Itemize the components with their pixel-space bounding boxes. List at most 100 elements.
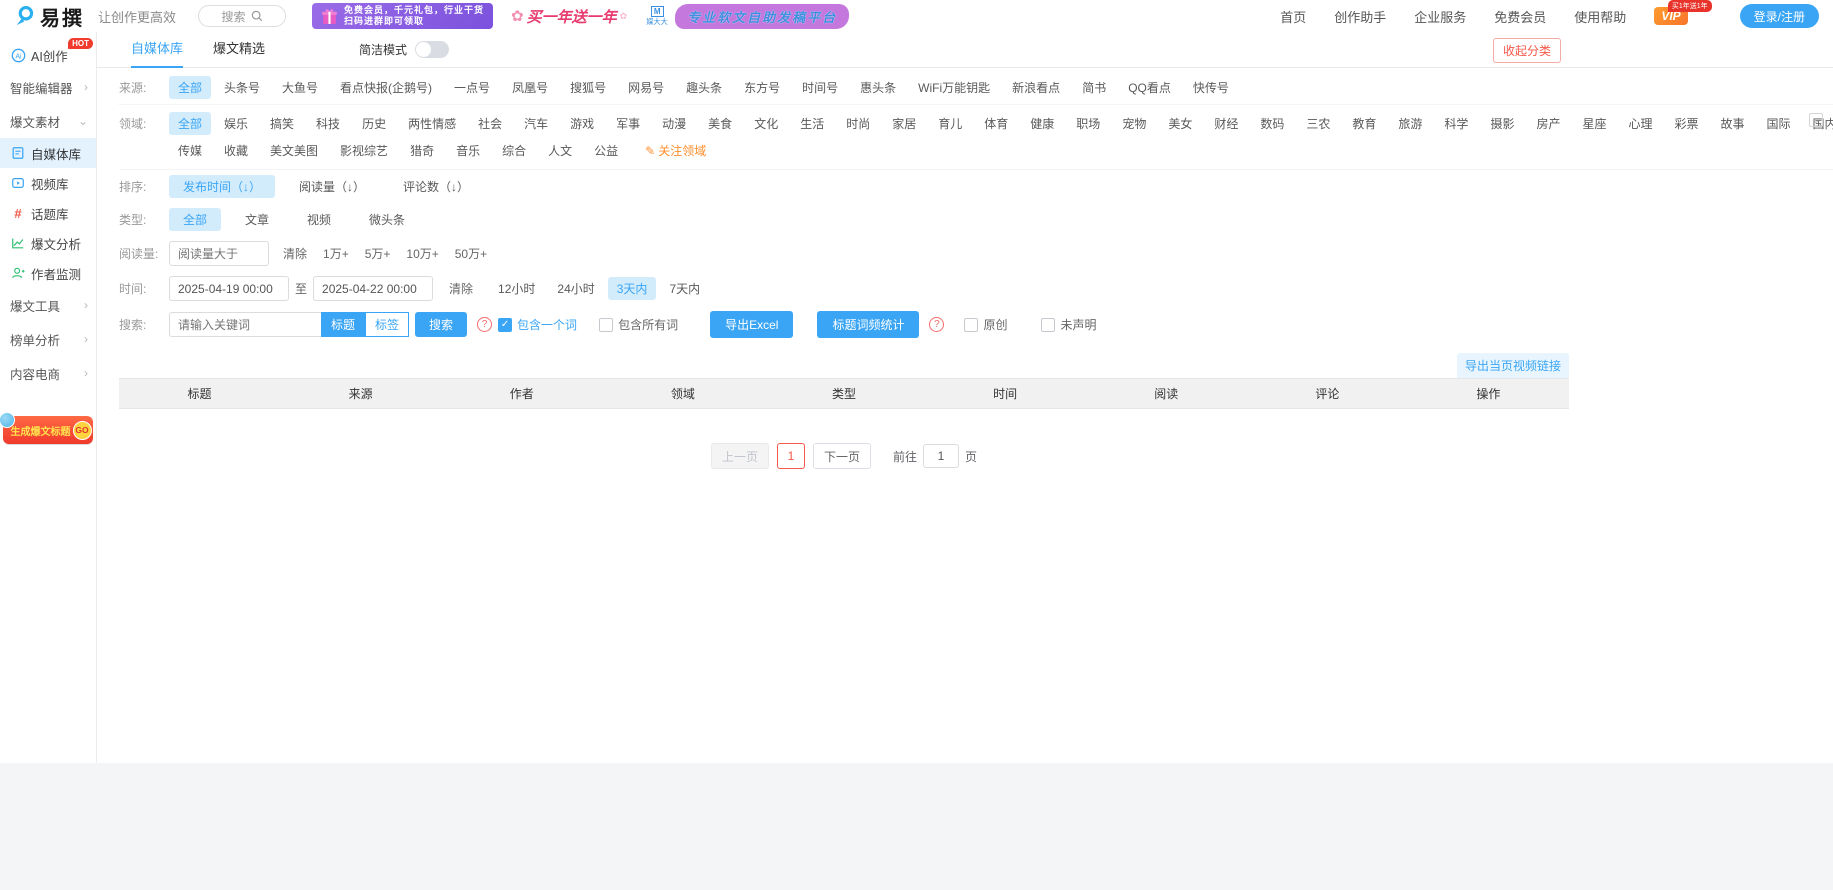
source-option[interactable]: 看点快报(企鹅号) (331, 76, 441, 99)
date-to-input[interactable] (313, 276, 433, 301)
source-option[interactable]: 新浪看点 (1003, 76, 1069, 99)
nav-link[interactable]: 首页 (1280, 7, 1306, 26)
source-option[interactable]: 一点号 (445, 76, 499, 99)
field-option[interactable]: 三农 (1297, 112, 1339, 135)
source-option[interactable]: 大鱼号 (273, 76, 327, 99)
field-option[interactable]: 科技 (307, 112, 349, 135)
field-option[interactable]: 房产 (1527, 112, 1569, 135)
nav-link[interactable]: 免费会员 (1494, 7, 1546, 26)
reads-option[interactable]: 50万+ (455, 245, 487, 262)
source-option[interactable]: QQ看点 (1119, 76, 1180, 99)
field-option[interactable]: 游戏 (561, 112, 603, 135)
reads-option[interactable]: 5万+ (365, 245, 391, 262)
field-option[interactable]: 财经 (1205, 112, 1247, 135)
sidebar-item-smart-editor[interactable]: 智能编辑器 › (0, 70, 96, 104)
search-help-icon[interactable]: ? (477, 317, 492, 332)
field-option[interactable]: 社会 (469, 112, 511, 135)
field-option[interactable]: 全部 (169, 112, 211, 135)
field-option[interactable]: 心理 (1619, 112, 1661, 135)
sidebar-item-ranking-analysis[interactable]: 榜单分析 › (0, 322, 96, 356)
field-option[interactable]: 动漫 (653, 112, 695, 135)
source-option[interactable]: 快传号 (1184, 76, 1238, 99)
source-option[interactable]: 网易号 (619, 76, 673, 99)
field-expand-icon[interactable]: ⌄ (1809, 113, 1823, 127)
sidebar-item-ai-create[interactable]: Ai AI创作 HOT (0, 40, 96, 70)
field-option[interactable]: 搞笑 (261, 112, 303, 135)
time-option[interactable]: 24小时 (548, 277, 603, 300)
field-option[interactable]: 家居 (883, 112, 925, 135)
sidebar-item-author-monitor[interactable]: 作者监测 (0, 258, 96, 288)
original-checkbox[interactable] (964, 318, 978, 332)
promo-banner-gift[interactable]: 免费会员，千元礼包，行业干货 扫码进群即可领取 (312, 3, 493, 29)
sidebar-item-media-library[interactable]: 自媒体库 (0, 138, 96, 168)
time-option[interactable]: 12小时 (489, 277, 544, 300)
generate-title-badge[interactable]: 生成爆文标题 GO (3, 416, 93, 444)
sidebar-item-hot-tools[interactable]: 爆文工具 › (0, 288, 96, 322)
field-option[interactable]: 传媒 (169, 139, 211, 162)
next-page-button[interactable]: 下一页 (813, 443, 871, 469)
field-option[interactable]: 娱乐 (215, 112, 257, 135)
field-option[interactable]: 汽车 (515, 112, 557, 135)
nav-link[interactable]: 创作助手 (1334, 7, 1386, 26)
field-option[interactable]: 星座 (1573, 112, 1615, 135)
field-option[interactable]: 人文 (539, 139, 581, 162)
field-option[interactable]: 数码 (1251, 112, 1293, 135)
sidebar-item-hot-analysis[interactable]: 爆文分析 (0, 228, 96, 258)
field-option[interactable]: 国际 (1758, 112, 1800, 135)
field-option[interactable]: 育儿 (929, 112, 971, 135)
source-option[interactable]: 趣头条 (677, 76, 731, 99)
header-search[interactable]: 搜索 (198, 5, 286, 27)
field-option[interactable]: 美女 (1159, 112, 1201, 135)
field-option[interactable]: 体育 (975, 112, 1017, 135)
field-option[interactable]: 音乐 (447, 139, 489, 162)
tab-media-library[interactable]: 自媒体库 (131, 32, 183, 68)
sort-option[interactable]: 阅读量（↓） (285, 175, 379, 198)
source-option[interactable]: 全部 (169, 76, 211, 99)
tab-hot-picks[interactable]: 爆文精选 (213, 32, 265, 68)
field-option[interactable]: 科学 (1435, 112, 1477, 135)
reads-option[interactable]: 10万+ (406, 245, 438, 262)
search-button[interactable]: 搜索 (415, 312, 467, 337)
field-option[interactable]: 旅游 (1389, 112, 1431, 135)
reads-clear-link[interactable]: 清除 (283, 245, 307, 262)
field-option[interactable]: 教育 (1343, 112, 1385, 135)
search-by-tag-button[interactable]: 标签 (365, 312, 409, 337)
promo-banner-sale[interactable]: ✿ 买一年送一年 ✿ (511, 6, 627, 27)
simple-mode-toggle[interactable] (415, 41, 449, 58)
source-option[interactable]: 凤凰号 (503, 76, 557, 99)
field-option[interactable]: 公益 (585, 139, 627, 162)
source-option[interactable]: 时间号 (793, 76, 847, 99)
reads-option[interactable]: 1万+ (323, 245, 349, 262)
source-option[interactable]: 头条号 (215, 76, 269, 99)
time-option[interactable]: 7天内 (660, 277, 709, 300)
vip-badge[interactable]: VIP 买1年送1年 (1654, 9, 1687, 23)
page-number-button[interactable]: 1 (777, 443, 805, 469)
keyword-input[interactable] (169, 312, 321, 337)
field-option[interactable]: 收藏 (215, 139, 257, 162)
field-option[interactable]: 故事 (1712, 112, 1754, 135)
prev-page-button[interactable]: 上一页 (711, 443, 769, 469)
type-option[interactable]: 文章 (231, 208, 283, 231)
source-option[interactable]: 东方号 (735, 76, 789, 99)
source-option[interactable]: WiFi万能钥匙 (909, 76, 999, 99)
promo-banner-media[interactable]: M 媒大大 专业软文自助发稿平台 (645, 4, 849, 29)
field-option[interactable]: 综合 (493, 139, 535, 162)
field-option[interactable]: 猎奇 (401, 139, 443, 162)
source-option[interactable]: 简书 (1073, 76, 1115, 99)
field-option[interactable]: 两性情感 (399, 112, 465, 135)
collapse-categories-button[interactable]: 收起分类 (1493, 38, 1561, 63)
field-option[interactable]: 美食 (699, 112, 741, 135)
time-option[interactable]: 3天内 (608, 277, 657, 300)
field-option[interactable]: 文化 (745, 112, 787, 135)
time-clear-link[interactable]: 清除 (449, 280, 473, 297)
app-logo[interactable]: 易撰 (14, 2, 84, 31)
source-option[interactable]: 惠头条 (851, 76, 905, 99)
field-option[interactable]: 美文美图 (261, 139, 327, 162)
field-option[interactable]: 摄影 (1481, 112, 1523, 135)
goto-page-input[interactable] (923, 444, 959, 468)
field-option[interactable]: 生活 (791, 112, 833, 135)
field-option[interactable]: 健康 (1021, 112, 1063, 135)
sidebar-item-video-library[interactable]: 视频库 (0, 168, 96, 198)
field-option[interactable]: 职场 (1067, 112, 1109, 135)
sort-option[interactable]: 评论数（↓） (389, 175, 483, 198)
